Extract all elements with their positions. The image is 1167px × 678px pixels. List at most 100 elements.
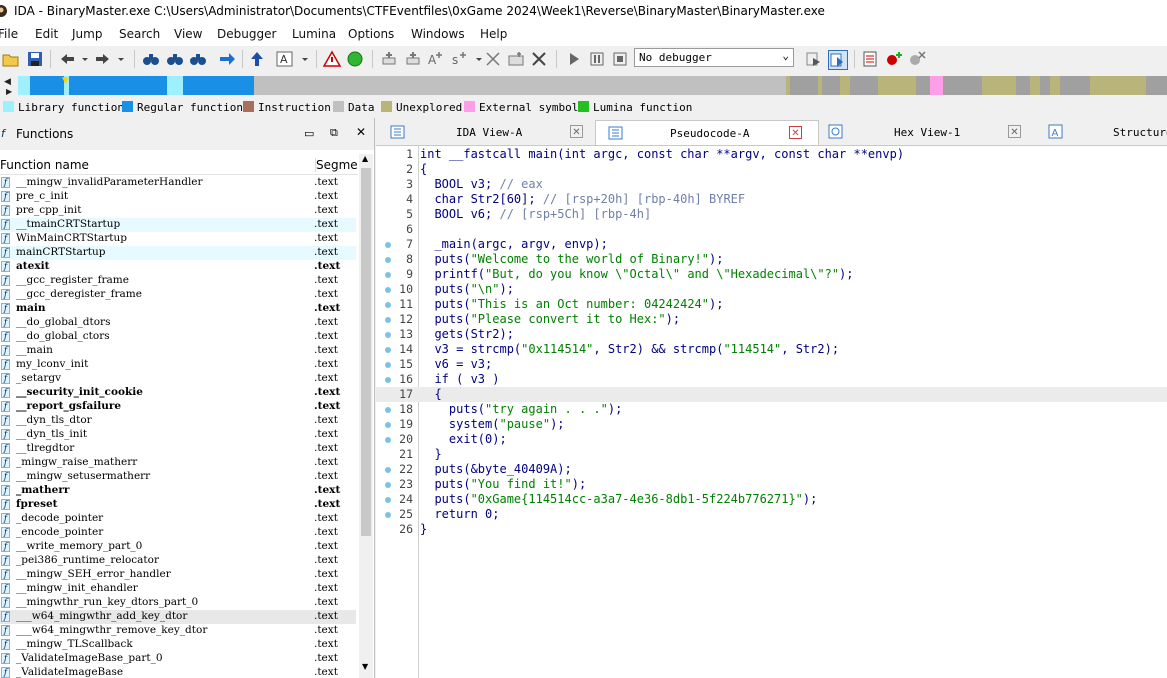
menu-options[interactable]: Options — [348, 27, 394, 41]
code-line[interactable]: 3 BOOL v3; // eax — [376, 177, 1167, 192]
function-row[interactable]: f __gcc_deregister_frame .text — [0, 288, 356, 302]
code-text[interactable]: puts("0xGame{114514cc-a3a7-4e36-8db1-5f2… — [420, 492, 817, 506]
cross-reference-dropdown-icon[interactable] — [470, 50, 482, 68]
function-row[interactable]: f __main .text — [0, 344, 356, 358]
code-line[interactable]: 21 } — [376, 447, 1167, 462]
tab-structure[interactable]: A Structure — [1040, 120, 1167, 144]
breakpoint-dot-icon[interactable] — [385, 377, 391, 383]
create-function-icon[interactable] — [380, 50, 398, 68]
code-text[interactable]: _main(argc, argv, envp); — [420, 237, 607, 251]
code-text[interactable]: char Str2[60]; // [rsp+20h] [rbp-40h] BY… — [420, 192, 745, 206]
code-text[interactable]: system("pause"); — [420, 417, 565, 431]
float-window-icon[interactable]: ⧉ — [330, 126, 338, 140]
function-row[interactable]: f _decode_pointer .text — [0, 512, 356, 526]
function-row[interactable]: f main .text — [0, 302, 356, 316]
code-line[interactable]: 8 puts("Welcome to the world of Binary!"… — [376, 252, 1167, 267]
function-row[interactable]: f _encode_pointer .text — [0, 526, 356, 540]
function-row[interactable]: f __write_memory_part_0 .text — [0, 540, 356, 554]
function-row[interactable]: f mainCRTStartup .text — [0, 246, 356, 260]
breakpoint-dot-icon[interactable] — [385, 347, 391, 353]
code-line[interactable]: 7 _main(argc, argv, envp); — [376, 237, 1167, 252]
breakpoint-dot-icon[interactable] — [385, 302, 391, 308]
column-function-name[interactable]: Function name — [0, 158, 89, 172]
code-text[interactable]: puts("Welcome to the world of Binary!"); — [420, 252, 723, 266]
code-text[interactable]: puts("try again . . ."); — [420, 402, 622, 416]
breakpoint-dot-icon[interactable] — [385, 482, 391, 488]
function-row[interactable]: f __security_init_cookie .text — [0, 386, 356, 400]
up-arrow-icon[interactable] — [248, 50, 266, 68]
code-line[interactable]: 2{ — [376, 162, 1167, 177]
code-text[interactable]: if ( v3 ) — [420, 372, 499, 386]
function-row[interactable]: f my_lconv_init .text — [0, 358, 356, 372]
function-row[interactable]: f atexit .text — [0, 260, 356, 274]
close-icon[interactable]: ✕ — [356, 125, 366, 139]
code-text[interactable]: { — [420, 162, 427, 176]
menu-windows[interactable]: Windows — [411, 27, 465, 41]
code-line[interactable]: 23 puts("You find it!"); — [376, 477, 1167, 492]
breakpoint-dot-icon[interactable] — [385, 332, 391, 338]
code-line[interactable]: 1 int __fastcall main(int argc, const cha… — [376, 147, 1167, 162]
breakpoint-dot-icon[interactable] — [385, 317, 391, 323]
code-text[interactable]: puts(&byte_40409A); — [420, 462, 571, 476]
breakpoint-dot-icon[interactable] — [385, 512, 391, 518]
code-text[interactable]: BOOL v6; // [rsp+5Ch] [rbp-4h] — [420, 207, 651, 221]
function-row[interactable]: f __mingw_setusermatherr .text — [0, 470, 356, 484]
menu-debugger[interactable]: Debugger — [217, 27, 276, 41]
scroll-down-icon[interactable]: ▼ — [362, 662, 368, 671]
close-x-icon[interactable] — [530, 50, 548, 68]
code-line[interactable]: 25 return 0; — [376, 507, 1167, 522]
tab-pseudocode-a[interactable]: Pseudocode-A ✕ — [595, 120, 819, 145]
save-icon[interactable] — [26, 50, 44, 68]
function-row[interactable]: f _setargv .text — [0, 372, 356, 386]
functions-scrollbar[interactable]: ▲ ▼ — [359, 154, 373, 678]
debug-attach-icon[interactable] — [828, 50, 848, 70]
menu-view[interactable]: View — [174, 27, 202, 41]
function-row[interactable]: f __dyn_tls_init .text — [0, 428, 356, 442]
breakpoint-dot-icon[interactable] — [385, 257, 391, 263]
function-row[interactable]: f _ValidateImageBase .text — [0, 666, 356, 678]
breakpoint-dot-icon[interactable] — [385, 497, 391, 503]
code-line[interactable]: 10 puts("\n"); — [376, 282, 1167, 297]
code-text[interactable]: puts("Please convert it to Hex:"); — [420, 312, 680, 326]
stop-icon[interactable] — [611, 50, 629, 68]
breakpoint-dot-icon[interactable] — [385, 362, 391, 368]
code-text[interactable]: gets(Str2); — [420, 327, 513, 341]
create-struct-icon[interactable] — [404, 50, 422, 68]
nav-scroll-right-icon[interactable]: ▶ — [6, 87, 12, 96]
pause-icon[interactable] — [588, 50, 606, 68]
scroll-up-icon[interactable]: ▲ — [362, 154, 368, 163]
menu-search[interactable]: Search — [119, 27, 160, 41]
menu-edit[interactable]: Edit — [35, 27, 58, 41]
code-text[interactable]: BOOL v3; // eax — [420, 177, 542, 191]
function-row[interactable]: f __do_global_dtors .text — [0, 316, 356, 330]
open-folder-icon[interactable] — [2, 50, 20, 68]
play-icon[interactable] — [565, 50, 583, 68]
binoculars-immediate-icon[interactable] — [189, 50, 207, 68]
tab-close-icon[interactable]: ✕ — [570, 125, 583, 138]
menu-help[interactable]: Help — [480, 27, 507, 41]
function-row[interactable]: f WinMainCRTStartup .text — [0, 232, 356, 246]
breakpoint-dot-icon[interactable] — [385, 272, 391, 278]
function-row[interactable]: f __report_gsfailure .text — [0, 400, 356, 414]
code-line[interactable]: 15 v6 = v3; — [376, 357, 1167, 372]
code-line[interactable]: 6 — [376, 222, 1167, 237]
breakpoint-dot-icon[interactable] — [385, 467, 391, 473]
code-text[interactable]: { — [420, 387, 441, 401]
binoculars-binary-icon[interactable] — [166, 50, 184, 68]
code-text[interactable]: } — [420, 447, 441, 461]
code-line[interactable]: 11 puts("This is an Oct number: 04242424… — [376, 297, 1167, 312]
navigation-bar[interactable]: ▼ — [18, 76, 1167, 95]
tab-close-icon[interactable]: ✕ — [1008, 125, 1021, 138]
code-line[interactable]: 22 puts(&byte_40409A); — [376, 462, 1167, 477]
tab-close-icon[interactable]: ✕ — [789, 126, 802, 139]
code-line[interactable]: 20 exit(0); — [376, 432, 1167, 447]
add-breakpoint-icon[interactable] — [885, 50, 903, 68]
code-line[interactable]: 9 printf("But, do you know \"Octal\" and… — [376, 267, 1167, 282]
function-row[interactable]: f ___w64_mingwthr_add_key_dtor .text — [0, 610, 356, 624]
code-line[interactable]: 16 if ( v3 ) — [376, 372, 1167, 387]
breakpoint-dot-icon[interactable] — [385, 422, 391, 428]
code-text[interactable]: puts("You find it!"); — [420, 477, 586, 491]
code-line[interactable]: 17 { — [376, 387, 1167, 402]
function-row[interactable]: f __gcc_register_frame .text — [0, 274, 356, 288]
breakpoint-dot-icon[interactable] — [385, 437, 391, 443]
